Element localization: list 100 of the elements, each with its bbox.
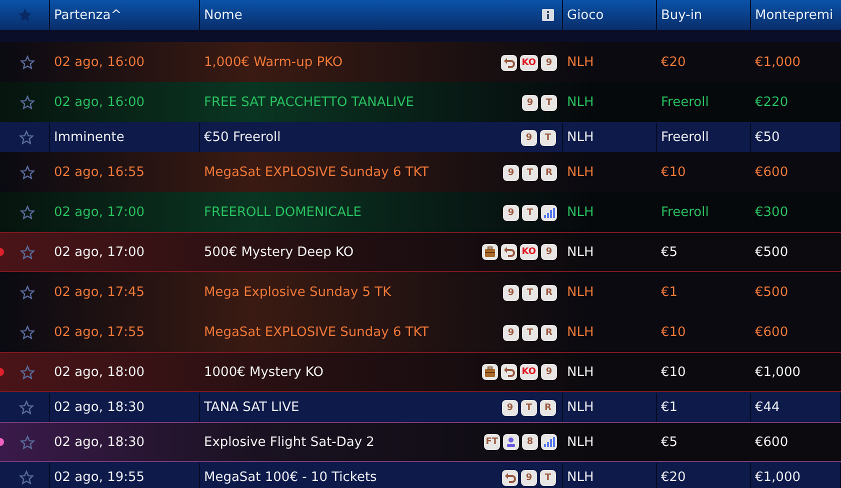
game-type: NLH [567, 130, 594, 145]
start-time: 02 ago, 18:00 [54, 364, 145, 380]
tournament-row[interactable]: 02 ago, 17:00 FREEROLL DOMENICALE 9 T NLH Freeroll €300 [0, 192, 841, 232]
start-time: 02 ago, 17:00 [54, 205, 145, 220]
tournament-name: 1,000€ Warm-up PKO [204, 55, 343, 70]
tournament-name: FREEROLL DOMENICALE [204, 205, 362, 220]
game-type: NLH [567, 285, 594, 300]
star-icon[interactable] [20, 364, 34, 380]
tag-badge: 8 [522, 434, 538, 450]
buy-in-amount: €20 [661, 55, 686, 70]
star-icon[interactable] [19, 400, 34, 415]
prize-pool-amount: €300 [755, 205, 788, 220]
tag-badge: T [540, 130, 556, 146]
buy-in-amount: €5 [661, 434, 678, 450]
start-time: 02 ago, 17:55 [54, 325, 145, 340]
prize-pool-amount: €500 [755, 285, 788, 300]
tag-badge: 9 [541, 244, 557, 260]
tournament-row[interactable]: 02 ago, 17:00 500€ Mystery Deep KO KO 9 NLH €5 €500 [0, 232, 841, 272]
prize-pool-amount: €600 [755, 325, 788, 340]
buy-in-amount: €10 [661, 165, 686, 180]
prize-pool-amount: €500 [755, 244, 788, 260]
tournament-name: MegaSat EXPLOSIVE Sunday 6 TKT [204, 165, 429, 180]
star-icon[interactable] [20, 244, 34, 260]
prize-pool-amount: €600 [755, 434, 788, 450]
star-icon[interactable] [20, 55, 34, 70]
tag-badge: 9 [541, 364, 557, 380]
game-type: NLH [567, 165, 594, 180]
buy-in-amount: Freeroll [661, 205, 709, 220]
game-type: NLH [567, 325, 594, 340]
prize-pool-amount: €220 [755, 95, 788, 110]
star-icon[interactable] [20, 434, 34, 450]
star-icon[interactable] [20, 205, 34, 220]
game-type: NLH [567, 55, 594, 70]
start-time: 02 ago, 17:00 [54, 244, 145, 260]
tag-badge: T [540, 470, 556, 486]
tag-badge: T [522, 204, 538, 220]
start-time: 02 ago, 19:55 [54, 470, 145, 485]
star-icon[interactable] [19, 470, 34, 485]
tag-badge: R [541, 324, 557, 340]
buy-in-amount: €20 [661, 470, 686, 485]
column-header[interactable]: Montepremi [751, 0, 841, 30]
prize-pool-amount: €600 [755, 165, 788, 180]
tag-badge: T [522, 324, 538, 340]
tournament-name: €50 Freeroll [204, 130, 281, 145]
tag-badge: T [541, 94, 557, 110]
start-time: 02 ago, 16:00 [54, 55, 145, 70]
tag-badge: 9 [503, 284, 519, 300]
info-icon[interactable] [542, 9, 554, 21]
buy-in-amount: €10 [661, 325, 686, 340]
prize-pool-amount: €1,000 [755, 364, 800, 380]
buy-in-amount: Freeroll [661, 130, 709, 145]
game-type: NLH [567, 244, 594, 260]
tournament-row[interactable]: 02 ago, 18:00 1000€ Mystery KO KO 9 NLH €10 €1,000 [0, 352, 841, 392]
star-icon[interactable] [20, 285, 34, 300]
tag-badge: R [541, 164, 557, 180]
game-type: NLH [567, 434, 594, 450]
star-icon[interactable] [20, 325, 34, 340]
star-icon[interactable] [19, 130, 34, 145]
buy-in-amount: €1 [661, 400, 678, 415]
star-icon[interactable] [20, 165, 34, 180]
tournament-row[interactable]: Imminente €50 Freeroll 9 T NLH Freeroll €50 [0, 122, 841, 152]
tournament-name: MegaSat EXPLOSIVE Sunday 6 TKT [204, 325, 429, 340]
star-icon[interactable] [20, 95, 34, 110]
tag-badge: 9 [521, 470, 537, 486]
game-type: NLH [567, 400, 594, 415]
buy-in-amount: €5 [661, 244, 678, 260]
prize-pool-amount: €1,000 [755, 55, 800, 70]
knockout-badge: KO [520, 244, 538, 260]
tag-badge: 9 [503, 324, 519, 340]
tag-badge: R [541, 284, 557, 300]
tournament-name: Explosive Flight Sat-Day 2 [204, 434, 374, 450]
tournament-name: TANA SAT LIVE [204, 400, 300, 415]
knockout-badge: KO [520, 54, 538, 70]
knockout-badge: KO [520, 364, 538, 380]
buy-in-amount: €1 [661, 285, 678, 300]
tag-badge: 9 [503, 204, 519, 220]
tournament-name: MegaSat 100€ - 10 Tickets [204, 470, 377, 485]
tournament-row[interactable]: 02 ago, 19:55 MegaSat 100€ - 10 Tickets 9 T NLH €20 €1,000 [0, 462, 841, 488]
column-header[interactable]: Nome [204, 8, 242, 22]
signal-bars-icon [541, 434, 557, 450]
start-time: 02 ago, 17:45 [54, 285, 145, 300]
tag-badge: FT [484, 434, 500, 450]
prize-pool-amount: €44 [755, 400, 780, 415]
tag-badge: 9 [521, 130, 537, 146]
tournament-name: Mega Explosive Sunday 5 TK [204, 285, 392, 300]
tournament-name: FREE SAT PACCHETTO TANALIVE [204, 95, 414, 110]
briefcase-icon [482, 244, 498, 260]
start-time: 02 ago, 18:30 [54, 400, 145, 415]
tournament-row[interactable]: 02 ago, 16:00 FREE SAT PACCHETTO TANALIVE 9 T NLH Freeroll €220 [0, 82, 841, 122]
star-icon[interactable] [16, 7, 32, 23]
start-time: 02 ago, 16:00 [54, 95, 145, 110]
tag-badge: T [522, 284, 538, 300]
tournament-name: 500€ Mystery Deep KO [204, 244, 354, 260]
game-type: NLH [567, 364, 594, 380]
start-time: Imminente [54, 130, 124, 145]
person-icon [503, 434, 519, 450]
tournament-row[interactable]: 02 ago, 18:30 TANA SAT LIVE 9 T R NLH €1 €44 [0, 392, 841, 422]
tournament-row[interactable]: 02 ago, 18:30 Explosive Flight Sat-Day 2 FT 8 NLH €5 €600 [0, 422, 841, 462]
tag-badge: 9 [522, 94, 538, 110]
start-time: 02 ago, 18:30 [54, 434, 145, 450]
